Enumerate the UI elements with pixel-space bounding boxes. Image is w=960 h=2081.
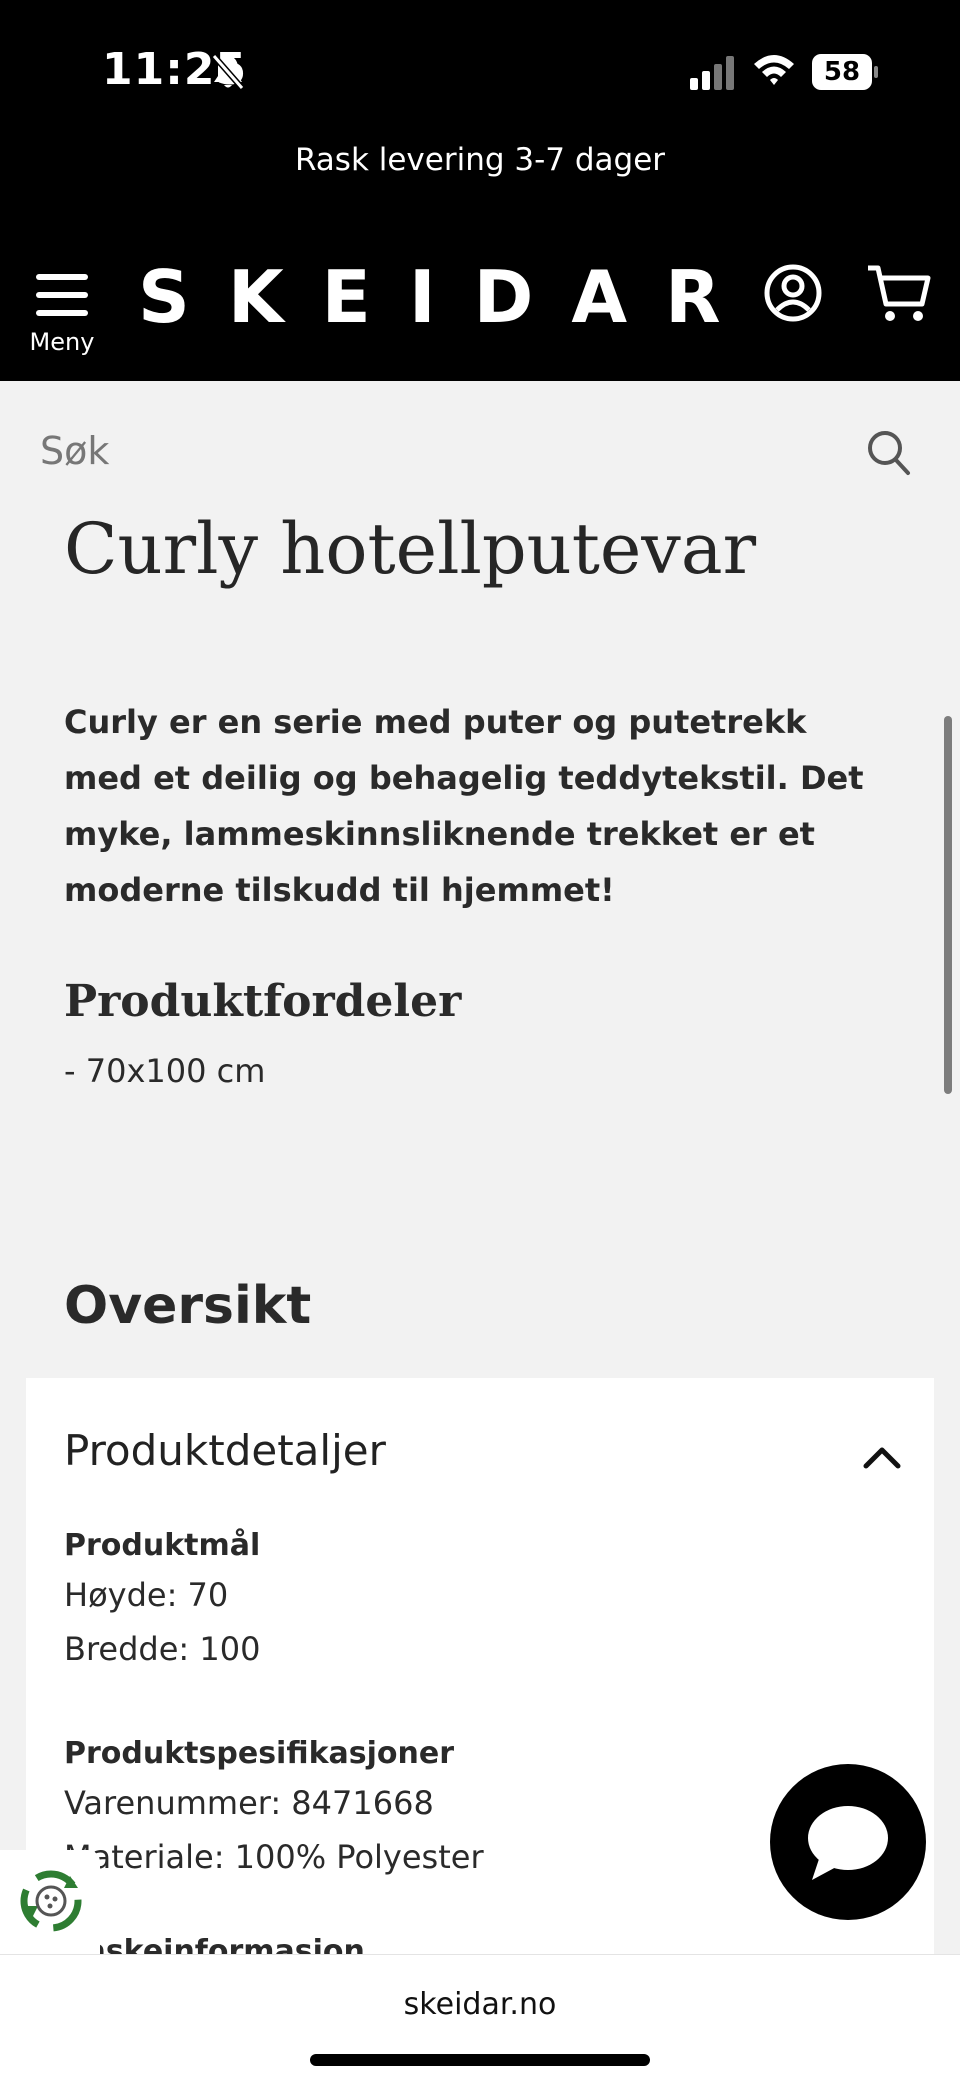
signal-icon: [690, 56, 734, 90]
search-icon[interactable]: [866, 429, 912, 477]
search-input[interactable]: [40, 423, 820, 479]
cart-icon[interactable]: [866, 262, 932, 326]
details-row: Varenummer: 8471668: [64, 1784, 434, 1822]
details-row: Høyde: 70: [64, 1576, 229, 1614]
product-description: Curly er en serie med puter og putetrekk…: [64, 703, 864, 909]
accordion-title[interactable]: Produktdetaljer: [64, 1426, 386, 1475]
chat-icon: [808, 1806, 888, 1880]
details-group-title: Produktspesifikasjoner: [64, 1736, 455, 1771]
recycle-icon: [20, 1870, 82, 1932]
home-indicator[interactable]: [310, 2054, 650, 2066]
menu-button[interactable]: Meny: [24, 262, 100, 362]
account-icon[interactable]: [764, 264, 822, 322]
bell-slash-icon: [211, 54, 245, 90]
scrollbar[interactable]: [944, 716, 952, 1094]
top-header: 11:25 58 Rask levering 3-7 dager Meny SK…: [0, 0, 960, 381]
chat-button[interactable]: [770, 1764, 926, 1920]
battery-level: 58: [823, 57, 861, 87]
hamburger-icon: [36, 274, 88, 316]
product-title: Curly hotellputevar: [64, 508, 757, 590]
details-group-title: Produktmål: [64, 1528, 261, 1563]
url-label[interactable]: skeidar.no: [0, 1987, 960, 2022]
details-row: Bredde: 100: [64, 1630, 261, 1668]
details-row: Materiale: 100% Polyester: [64, 1838, 484, 1876]
wifi-icon: [754, 55, 794, 85]
search-bar: [0, 381, 960, 521]
browser-bottom-bar: skeidar.no: [0, 1954, 960, 2081]
sustainability-badge[interactable]: [0, 1850, 100, 1966]
benefit-item: - 70x100 cm: [64, 1052, 266, 1090]
benefits-heading: Produktfordeler: [64, 976, 462, 1027]
overview-heading: Oversikt: [64, 1276, 312, 1336]
menu-label: Meny: [29, 328, 95, 356]
promo-banner: Rask levering 3-7 dager: [294, 142, 666, 178]
chevron-up-icon[interactable]: [862, 1444, 902, 1470]
skeidar-logo[interactable]: SKEIDAR: [138, 255, 721, 339]
